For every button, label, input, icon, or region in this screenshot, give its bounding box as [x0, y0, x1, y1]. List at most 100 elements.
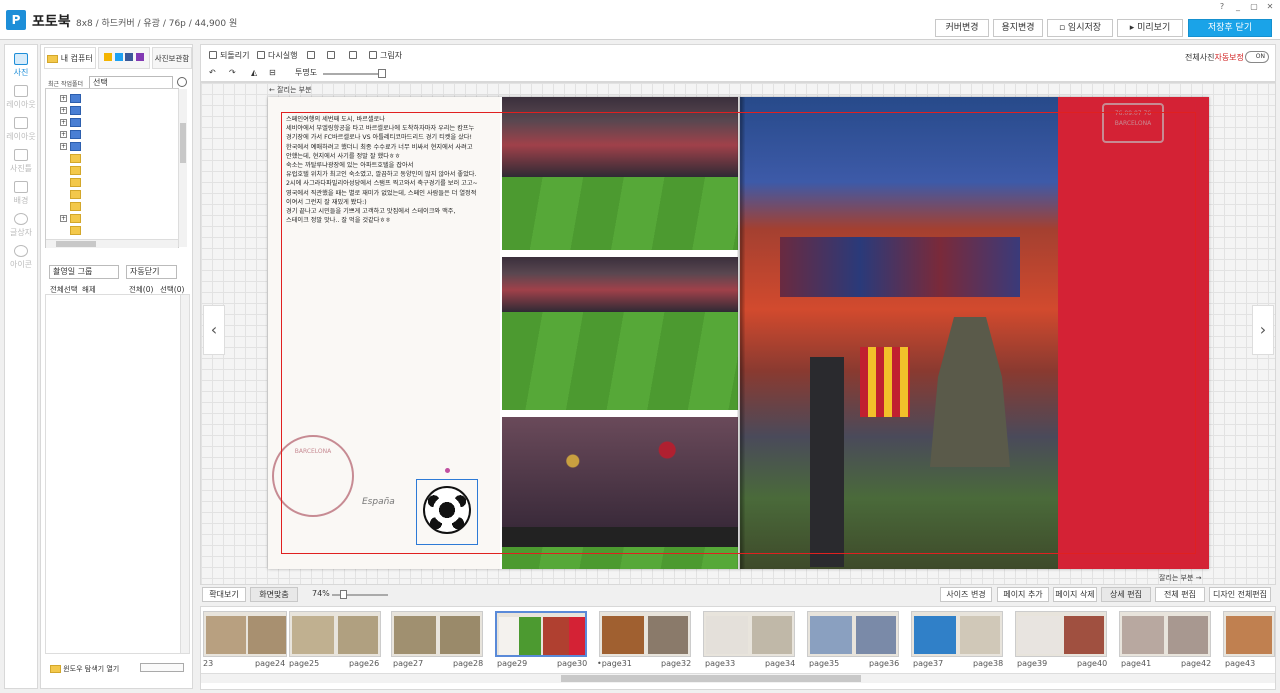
thumbnail-spread[interactable] — [1223, 611, 1275, 657]
soccer-ball-sticker[interactable] — [416, 468, 478, 545]
thumbnail-spread[interactable] — [1015, 611, 1107, 657]
thumbnail-spread[interactable] — [1119, 611, 1211, 657]
expand-view-button[interactable]: 확대보기 — [202, 587, 246, 602]
folder-tree[interactable]: + + + + + + — [45, 88, 187, 248]
tree-item[interactable] — [58, 165, 88, 176]
thumbnail-spread[interactable] — [599, 611, 691, 657]
tree-item[interactable] — [58, 177, 88, 188]
thumbnail-scrollbar[interactable] — [201, 673, 1275, 683]
travel-note-text[interactable]: 스페인여행의 세번째 도시, 바르셀로나 세비야에서 부엘링항공을 타고 바르셀… — [286, 115, 481, 225]
tree-item[interactable] — [58, 225, 88, 236]
tab-my-computer[interactable]: 내 컴퓨터 — [44, 47, 96, 69]
auto-correct-label: 전체사진자동보정 — [1185, 52, 1244, 64]
close-window-button[interactable]: ✕ — [1264, 2, 1276, 11]
copy-button[interactable] — [327, 50, 338, 62]
tree-item[interactable] — [58, 201, 88, 212]
thumbnail-spread[interactable] — [807, 611, 899, 657]
cut-area-label-top: ← 잘리는 부분 — [269, 86, 312, 94]
cover-change-button[interactable]: 커버변경 — [935, 19, 989, 37]
tool-textbox[interactable]: 글상자 — [5, 209, 37, 241]
page-spread[interactable]: 스페인여행의 세번째 도시, 바르셀로나 세비야에서 부엘링항공을 타고 바르셀… — [268, 97, 1209, 569]
tree-item[interactable]: + — [58, 93, 88, 104]
delete-page-button[interactable]: 페이지 삭제 — [1053, 587, 1097, 602]
minimize-button[interactable]: _ — [1232, 2, 1244, 11]
page-thumbnail-strip[interactable]: 23 page24 page25 page26 page27 page28 pa… — [200, 606, 1276, 690]
photo-match-2[interactable] — [502, 257, 738, 410]
design-full-edit-button[interactable]: 디자인 전체편집 — [1209, 587, 1271, 602]
tool-layout[interactable]: 레이아웃 — [5, 113, 37, 145]
zoom-slider-handle[interactable] — [340, 590, 347, 599]
tab-social-sources[interactable] — [98, 47, 150, 69]
auto-correct-toggle[interactable]: ON — [1245, 51, 1269, 63]
flip-button[interactable]: ◭ — [251, 67, 257, 79]
thumbnail-size-slider[interactable] — [140, 663, 184, 672]
temp-save-button[interactable]: ▫ 임시저장 — [1047, 19, 1113, 37]
shadow-button[interactable]: 그림자 — [369, 50, 402, 62]
group-select[interactable]: 촬영일 그룹 — [49, 265, 119, 279]
tree-item[interactable]: + — [58, 141, 88, 152]
detail-edit-button[interactable]: 상세 편집 — [1101, 587, 1151, 602]
thumbnail-spread[interactable] — [391, 611, 483, 657]
tool-layout-change[interactable]: 레이아웃 — [5, 81, 37, 113]
shadow-label: 그림자 — [380, 51, 403, 60]
rotate-handle[interactable] — [445, 468, 450, 473]
refresh-icon[interactable] — [177, 77, 187, 87]
preview-label: 미리보기 — [1137, 23, 1171, 33]
left-page[interactable]: 스페인여행의 세번째 도시, 바르셀로나 세비야에서 부엘링항공을 타고 바르셀… — [268, 97, 500, 569]
rotate-left-button[interactable]: ↶ — [209, 67, 216, 79]
tool-icon[interactable]: 아이콘 — [5, 241, 37, 273]
full-edit-button[interactable]: 전체 편집 — [1155, 587, 1205, 602]
save-close-button[interactable]: 저장후 닫기 — [1188, 19, 1272, 37]
photo-stadium-statue[interactable] — [740, 97, 1058, 569]
tree-item[interactable] — [58, 189, 88, 200]
tool-photo[interactable]: 사진 — [5, 49, 37, 81]
tree-item[interactable]: + — [58, 129, 88, 140]
photo-match-1[interactable] — [502, 97, 738, 250]
tree-item[interactable] — [58, 153, 88, 164]
paper-change-button[interactable]: 용지변경 — [993, 19, 1043, 37]
help-button[interactable]: ? — [1216, 2, 1228, 11]
thumbnail-label: page33 — [705, 659, 736, 668]
add-page-button[interactable]: 페이지 추가 — [997, 587, 1049, 602]
tree-vertical-scrollbar[interactable] — [178, 89, 187, 247]
tree-item[interactable]: + — [58, 105, 88, 116]
rotate-right-icon: ↷ — [229, 68, 236, 77]
maximize-button[interactable]: ▢ — [1248, 2, 1260, 11]
next-page-arrow[interactable]: › — [1252, 305, 1274, 355]
redo-icon — [257, 51, 265, 59]
auto-close-select[interactable]: 자동닫기 — [126, 265, 177, 279]
transparency-slider-handle[interactable] — [378, 69, 386, 78]
cut-button[interactable] — [307, 50, 318, 62]
flip-vertical-button[interactable]: ⊟ — [269, 67, 276, 79]
open-explorer-link[interactable]: 윈도우 탐색기 열기 — [50, 664, 119, 674]
cut-area-label-bottom: 잘리는 부분 → — [1159, 574, 1202, 582]
preview-button[interactable]: ▸ 미리보기 — [1117, 19, 1183, 37]
tree-item[interactable]: + — [58, 117, 88, 128]
thumbnail-label: page25 — [289, 659, 320, 668]
photo-list[interactable] — [45, 294, 190, 654]
photo-crowd[interactable] — [502, 417, 738, 569]
align-button[interactable] — [349, 50, 360, 62]
thumbnail-spread[interactable] — [203, 611, 287, 657]
transparency-slider[interactable] — [323, 73, 381, 75]
tool-photo-frame[interactable]: 사진틀 — [5, 145, 37, 177]
thumbnail-spread[interactable] — [911, 611, 1003, 657]
prev-page-arrow[interactable]: ‹ — [203, 305, 225, 355]
rotate-right-button[interactable]: ↷ — [229, 67, 236, 79]
editor-canvas[interactable]: ← 잘리는 부분 ‹ › 스페인여행의 세번째 도시, 바르셀로나 세비야에서 … — [200, 82, 1276, 585]
thumbnail-spread[interactable] — [703, 611, 795, 657]
heart-icon — [14, 245, 28, 257]
tree-horizontal-scrollbar[interactable] — [46, 239, 178, 248]
tree-item[interactable]: + — [58, 213, 88, 224]
checkbox-icon — [369, 51, 377, 59]
thumbnail-spread-current[interactable] — [495, 611, 587, 657]
tab-photo-storage[interactable]: 사진보관함 — [152, 47, 192, 69]
tool-background[interactable]: 배경 — [5, 177, 37, 209]
red-decor-panel[interactable]: 76.09.07 76 BARCELONA — [1058, 97, 1209, 569]
size-change-button[interactable]: 사이즈 변경 — [940, 587, 992, 602]
thumbnail-spread[interactable] — [289, 611, 381, 657]
undo-button[interactable]: 되돌리기 — [209, 50, 249, 62]
redo-button[interactable]: 다시실행 — [257, 50, 297, 62]
fit-screen-button[interactable]: 화면맞춤 — [250, 587, 298, 602]
photo-list-scrollbar[interactable] — [180, 295, 189, 653]
